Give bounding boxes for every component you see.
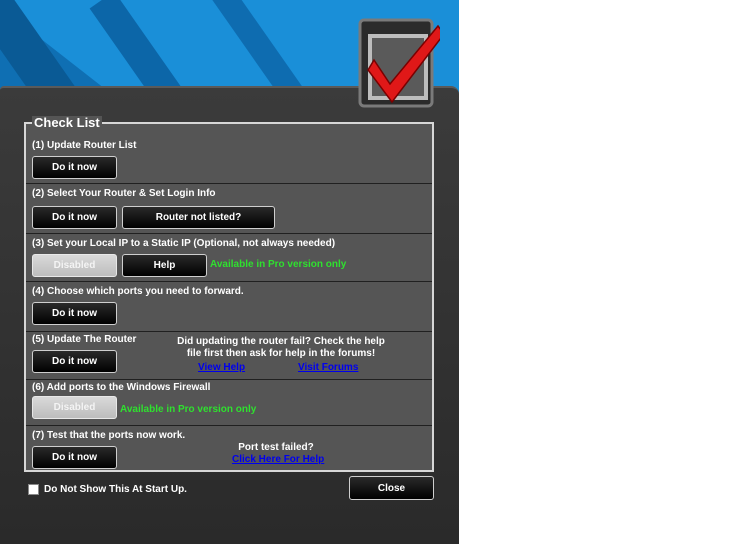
step-title: (2) Select Your Router & Set Login Info bbox=[32, 188, 216, 199]
checkbox-checkmark-icon bbox=[358, 18, 440, 108]
step-5: (5) Update The Router Do it now Did upda… bbox=[26, 332, 432, 380]
step-title: (6) Add ports to the Windows Firewall bbox=[32, 382, 211, 393]
pro-version-note: Available in Pro version only bbox=[120, 404, 257, 415]
do-not-show-label[interactable]: Do Not Show This At Start Up. bbox=[44, 484, 187, 495]
pro-version-note: Available in Pro version only bbox=[210, 259, 347, 270]
router-not-listed-button[interactable]: Router not listed? bbox=[122, 206, 275, 229]
step5-do-it-now-button[interactable]: Do it now bbox=[32, 350, 117, 373]
step2-do-it-now-button[interactable]: Do it now bbox=[32, 206, 117, 229]
footer-bar: Do Not Show This At Start Up. Close bbox=[24, 476, 434, 504]
step-2: (2) Select Your Router & Set Login Info … bbox=[26, 184, 432, 234]
view-help-link[interactable]: View Help bbox=[198, 362, 245, 373]
visit-forums-link[interactable]: Visit Forums bbox=[298, 362, 358, 373]
step-6: (6) Add ports to the Windows Firewall Di… bbox=[26, 380, 432, 426]
step-title: (5) Update The Router bbox=[32, 334, 137, 345]
step-title: (4) Choose which ports you need to forwa… bbox=[32, 286, 244, 297]
step7-do-it-now-button[interactable]: Do it now bbox=[32, 446, 117, 469]
help-button[interactable]: Help bbox=[122, 254, 207, 277]
click-here-for-help-link[interactable]: Click Here For Help bbox=[232, 454, 324, 465]
step3-disabled-button: Disabled bbox=[32, 254, 117, 277]
close-button[interactable]: Close bbox=[349, 476, 434, 500]
step-7: (7) Test that the ports now work. Do it … bbox=[26, 426, 432, 470]
step-title: (7) Test that the ports now work. bbox=[32, 430, 186, 441]
step6-disabled-button: Disabled bbox=[32, 396, 117, 419]
step1-do-it-now-button[interactable]: Do it now bbox=[32, 156, 117, 179]
step-3: (3) Set your Local IP to a Static IP (Op… bbox=[26, 234, 432, 282]
step4-do-it-now-button[interactable]: Do it now bbox=[32, 302, 117, 325]
router-fail-note-line1: Did updating the router fail? Check the … bbox=[177, 336, 385, 347]
step-1: (1) Update Router List Do it now bbox=[26, 124, 432, 184]
router-fail-note-line2: file first then ask for help in the foru… bbox=[186, 348, 376, 359]
port-test-failed-note: Port test failed? bbox=[238, 442, 314, 453]
do-not-show-checkbox[interactable] bbox=[28, 484, 39, 495]
check-list-group: Check List (1) Update Router List Do it … bbox=[24, 116, 434, 472]
step-4: (4) Choose which ports you need to forwa… bbox=[26, 282, 432, 332]
step-title: (3) Set your Local IP to a Static IP (Op… bbox=[32, 238, 336, 249]
step-title: (1) Update Router List bbox=[32, 140, 137, 151]
